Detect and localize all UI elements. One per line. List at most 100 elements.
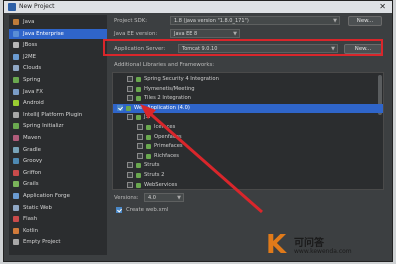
framework-checkbox[interactable] <box>137 143 143 150</box>
sidebar-item-j2me[interactable]: J2ME <box>9 52 107 62</box>
sidebar-item-label: Kotlin <box>23 227 39 234</box>
tree-row[interactable]: Tiles 2 Integration <box>113 94 383 103</box>
framework-checkbox[interactable] <box>127 76 133 82</box>
sidebar-item-griffon[interactable]: Griffon <box>9 168 107 178</box>
framework-checkbox[interactable] <box>127 172 133 178</box>
tree-row[interactable]: WebServices <box>113 181 383 190</box>
watermark-url: www.kewenda.com <box>294 248 352 255</box>
sidebar-item-gradle[interactable]: Gradle <box>9 145 107 155</box>
sidebar-item-grails[interactable]: Grails <box>9 179 107 189</box>
sidebar-item-label: Spring Initializr <box>23 123 64 130</box>
tree-row[interactable]: Icefaces <box>113 123 383 132</box>
project-type-icon <box>13 146 19 153</box>
sidebar-item-static-web[interactable]: Static Web <box>9 203 107 213</box>
framework-checkbox[interactable] <box>137 133 143 140</box>
close-icon[interactable]: ✕ <box>379 1 386 13</box>
sidebar-item-intellij-platform-plugin[interactable]: IntelliJ Platform Plugin <box>9 110 107 120</box>
framework-label: WebServices <box>144 181 178 188</box>
framework-label: Icefaces <box>154 124 176 130</box>
project-type-icon <box>13 19 19 25</box>
tree-row[interactable]: Struts 2 <box>113 171 383 180</box>
watermark-letter: K <box>266 230 287 260</box>
project-type-icon <box>13 100 19 107</box>
javaee-version-value: Java EE 8 <box>174 31 198 37</box>
sidebar-item-label: J2ME <box>23 53 37 60</box>
tree-row[interactable]: Openfaces <box>113 133 383 142</box>
framework-checkbox[interactable] <box>127 181 133 188</box>
framework-label: Primefaces <box>154 143 183 150</box>
sidebar-item-label: IntelliJ Platform Plugin <box>23 111 83 118</box>
tree-row[interactable]: Hymenetis/Meeting <box>113 85 383 94</box>
sidebar-item-label: Application Forge <box>23 193 70 199</box>
project-type-icon <box>13 135 19 141</box>
project-type-icon <box>13 42 19 49</box>
sidebar-item-label: Java FX <box>23 88 43 95</box>
project-type-icon <box>13 158 19 165</box>
tree-row[interactable]: Primefaces <box>113 142 383 151</box>
framework-checkbox[interactable] <box>117 104 123 111</box>
sidebar-item-label: Java Enterprise <box>23 30 64 37</box>
tree-row[interactable]: Web Application (4.0) <box>113 103 383 113</box>
sidebar-item-groovy[interactable]: Groovy <box>9 156 107 166</box>
project-type-icon <box>13 88 19 95</box>
versions-dropdown[interactable]: 4.0 ▼ <box>144 193 184 202</box>
watermark-logo: K 可问答 www.kewenda.com <box>262 228 392 262</box>
sidebar-item-label: JBoss <box>23 42 38 49</box>
sdk-dropdown[interactable]: 1.8 (java version "1.8.0_171") ▼ <box>170 16 340 25</box>
framework-checkbox[interactable] <box>127 95 133 102</box>
framework-icon <box>146 134 151 140</box>
sdk-value: 1.8 (java version "1.8.0_171") <box>174 18 249 24</box>
sidebar-item-spring[interactable]: Spring <box>9 75 107 85</box>
create-webxml-label: Create web.xml <box>126 207 169 213</box>
tree-row[interactable]: Spring Security 4 Integration <box>113 75 383 84</box>
sidebar-item-jboss[interactable]: JBoss <box>9 40 107 50</box>
tree-row[interactable]: JSF <box>113 113 383 122</box>
chevron-down-icon: ▼ <box>233 31 237 37</box>
project-type-list: Java Java Enterprise JBoss J2ME Clouds Spring… <box>9 15 107 255</box>
project-type-icon <box>13 193 19 199</box>
framework-label: Openfaces <box>154 133 182 140</box>
sidebar-item-spring-initializr[interactable]: Spring Initializr <box>9 121 107 131</box>
sidebar-item-clouds[interactable]: Clouds <box>9 63 107 73</box>
framework-checkbox[interactable] <box>127 162 133 169</box>
sidebar-item-label: Grails <box>23 181 39 188</box>
javaee-version-dropdown[interactable]: Java EE 8 ▼ <box>170 29 240 38</box>
sidebar-item-flash[interactable]: Flash <box>9 214 107 224</box>
sidebar-item-java-enterprise[interactable]: Java Enterprise <box>9 28 107 39</box>
sidebar-item-maven[interactable]: Maven <box>9 133 107 143</box>
framework-icon <box>146 153 151 159</box>
project-type-icon <box>13 77 19 83</box>
chevron-down-icon: ▼ <box>177 195 181 201</box>
framework-label: Richfaces <box>154 152 179 159</box>
project-type-icon <box>13 216 19 223</box>
sidebar-item-android[interactable]: Android <box>9 98 107 108</box>
framework-checkbox[interactable] <box>127 85 133 92</box>
project-type-icon <box>13 123 19 130</box>
framework-checkbox[interactable] <box>127 114 133 121</box>
sdk-label: Project SDK: <box>114 18 148 24</box>
framework-icon <box>146 125 151 130</box>
framework-checkbox[interactable] <box>137 152 143 159</box>
tree-row[interactable]: Richfaces <box>113 152 383 161</box>
framework-label: Spring Security 4 Integration <box>144 76 219 82</box>
framework-icon <box>136 173 141 178</box>
framework-label: Tiles 2 Integration <box>144 95 191 102</box>
sidebar-item-label: Gradle <box>23 146 41 153</box>
sidebar-item-kotlin[interactable]: Kotlin <box>9 226 107 236</box>
sidebar-item-java-fx[interactable]: Java FX <box>9 87 107 97</box>
title-bar: New Project ✕ <box>4 1 392 13</box>
sidebar-item-empty-project[interactable]: Empty Project <box>9 237 107 247</box>
sidebar-item-label: Flash <box>23 216 38 223</box>
tree-row[interactable]: Struts <box>113 161 383 170</box>
create-webxml-checkbox[interactable] <box>116 207 122 213</box>
framework-icon <box>136 77 141 82</box>
framework-icon <box>146 144 151 150</box>
framework-checkbox[interactable] <box>137 124 143 130</box>
sidebar-item-java[interactable]: Java <box>9 17 107 27</box>
photo-background: New Project ✕ Java Java Enterprise JBoss J2… <box>0 0 396 264</box>
framework-label: Struts <box>144 162 160 169</box>
sdk-new-button[interactable]: New... <box>348 16 382 26</box>
javaee-version-label: Java EE version: <box>114 31 158 37</box>
sidebar-item-label: Groovy <box>23 158 43 165</box>
sidebar-item-application-forge[interactable]: Application Forge <box>9 191 107 201</box>
